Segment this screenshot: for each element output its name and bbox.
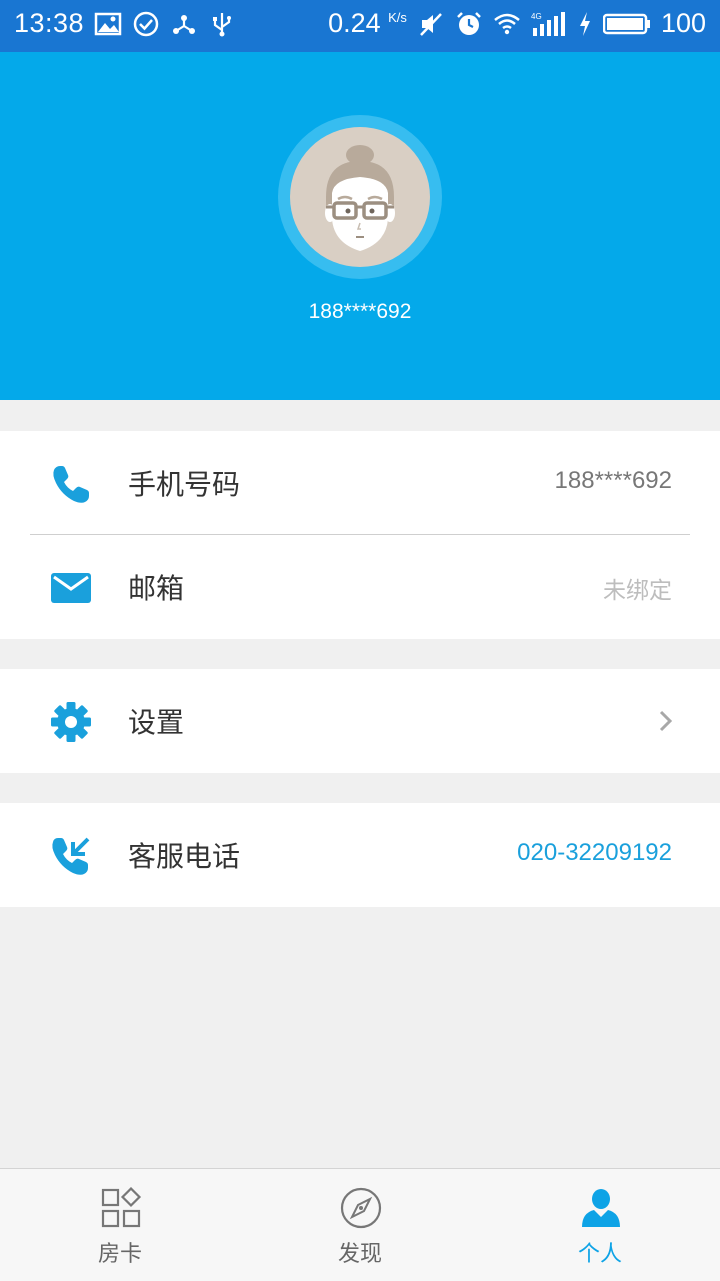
charging-icon — [579, 11, 590, 36]
service-row[interactable]: 客服电话 020-32209192 — [0, 803, 720, 907]
avatar-illustration — [325, 145, 395, 251]
tab-profile-label: 个人 — [577, 1242, 622, 1267]
profile-phone: 188****692 — [308, 300, 412, 323]
mute-icon — [420, 12, 442, 36]
grid-icon — [101, 1187, 142, 1228]
settings-row[interactable]: 设置 — [0, 669, 720, 773]
bottom-tab-bar: 房卡 发现 个人 — [0, 1168, 720, 1281]
network-type: 4G — [531, 12, 542, 21]
image-icon — [94, 12, 122, 35]
email-row-value: 未绑定 — [603, 578, 672, 604]
profile-header: 188****692 — [0, 52, 720, 400]
mail-icon — [51, 573, 91, 603]
tab-discover-label: 发现 — [337, 1242, 382, 1267]
status-time: 13:38 — [14, 8, 85, 38]
account-info-card: 手机号码 188****692 邮箱 未绑定 — [0, 431, 720, 639]
battery-level: 100 — [660, 8, 706, 38]
share-node-icon — [173, 14, 196, 34]
phone-icon — [53, 466, 89, 503]
chevron-right-icon — [659, 710, 673, 732]
check-circle-icon — [133, 11, 159, 36]
status-right: 0.24 K/s 4G 100 — [328, 8, 706, 39]
phone-row-label: 手机号码 — [128, 468, 241, 501]
service-phone-link[interactable]: 020-32209192 — [517, 839, 672, 867]
phone-row[interactable]: 手机号码 188****692 — [0, 431, 720, 535]
avatar — [290, 127, 430, 267]
battery-icon — [602, 13, 650, 34]
settings-card: 设置 — [0, 669, 720, 773]
avatar-ring[interactable] — [278, 115, 442, 279]
tab-room-card[interactable]: 房卡 — [0, 1169, 240, 1281]
phone-callback-icon — [52, 837, 90, 875]
alarm-icon — [457, 11, 481, 35]
service-row-label: 客服电话 — [128, 840, 241, 873]
status-bar: 13:38 0.24 K/s 4G 100 — [0, 0, 720, 52]
status-left: 13:38 — [14, 8, 236, 39]
email-row-label: 邮箱 — [128, 572, 185, 605]
email-row[interactable]: 邮箱 未绑定 — [0, 535, 720, 639]
network-speed: 0.24 K/s — [328, 8, 407, 38]
person-icon — [582, 1189, 620, 1227]
compass-icon — [340, 1187, 382, 1229]
phone-row-value: 188****692 — [554, 467, 672, 494]
tab-discover[interactable]: 发现 — [240, 1169, 480, 1281]
tab-room-card-label: 房卡 — [97, 1242, 142, 1267]
settings-row-label: 设置 — [128, 706, 185, 739]
tab-profile[interactable]: 个人 — [480, 1169, 720, 1281]
service-card: 客服电话 020-32209192 — [0, 803, 720, 907]
gear-icon — [51, 702, 91, 742]
signal-icon: 4G — [531, 11, 565, 36]
wifi-icon — [494, 13, 520, 34]
usb-icon — [213, 12, 232, 36]
